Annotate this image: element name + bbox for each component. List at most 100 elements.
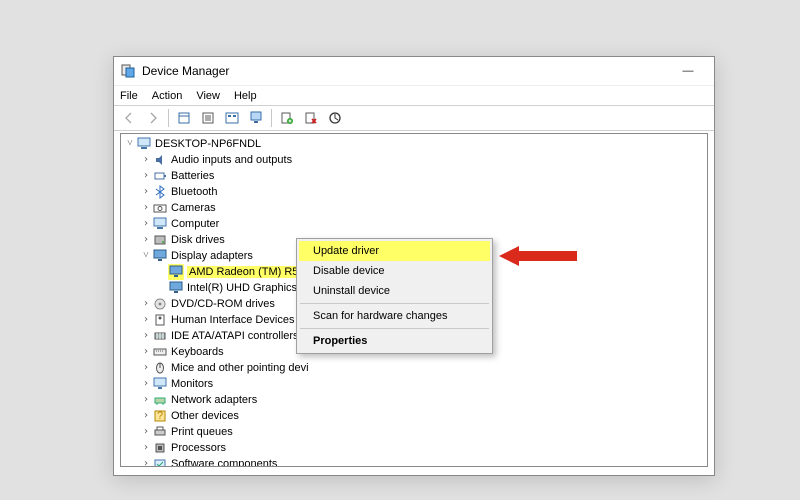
properties-button[interactable] [197, 107, 219, 129]
expander-icon[interactable]: › [141, 411, 151, 421]
expander-icon[interactable]: › [141, 379, 151, 389]
category-icon [152, 456, 168, 467]
category-icon [152, 232, 168, 248]
category-label: Network adapters [171, 394, 257, 406]
toolbar-separator [168, 109, 169, 127]
category-label: Audio inputs and outputs [171, 154, 292, 166]
tree-category[interactable]: › Processors [121, 440, 707, 456]
view-button-1[interactable] [221, 107, 243, 129]
category-icon [152, 424, 168, 440]
category-label: Print queues [171, 426, 233, 438]
context-update-driver[interactable]: Update driver [299, 241, 490, 261]
window-title: Device Manager [142, 64, 668, 78]
tree-category[interactable]: › Bluetooth [121, 184, 707, 200]
menu-file[interactable]: File [120, 90, 138, 102]
show-hidden-button[interactable] [173, 107, 195, 129]
context-disable-device[interactable]: Disable device [299, 261, 490, 281]
minimize-button[interactable]: — [668, 57, 708, 85]
category-label: Other devices [171, 410, 239, 422]
tree-category[interactable]: › Software components [121, 456, 707, 467]
menu-action[interactable]: Action [152, 90, 183, 102]
context-uninstall-device[interactable]: Uninstall device [299, 281, 490, 301]
expander-icon[interactable]: › [141, 395, 151, 405]
expander-icon[interactable]: › [141, 443, 151, 453]
tree-category[interactable]: › Computer [121, 216, 707, 232]
category-icon [152, 152, 168, 168]
expander-icon[interactable]: › [141, 187, 151, 197]
device-icon [168, 280, 184, 296]
category-icon [152, 344, 168, 360]
category-icon [152, 376, 168, 392]
menu-help[interactable]: Help [234, 90, 257, 102]
category-icon: ? [152, 408, 168, 424]
tree-category[interactable]: › Network adapters [121, 392, 707, 408]
expander-icon[interactable]: › [141, 171, 151, 181]
uninstall-button[interactable] [300, 107, 322, 129]
tree-category[interactable]: › Batteries [121, 168, 707, 184]
expander-icon[interactable]: › [141, 155, 151, 165]
category-label: Batteries [171, 170, 214, 182]
update-driver-button[interactable] [276, 107, 298, 129]
category-icon [152, 328, 168, 344]
category-label: Human Interface Devices [171, 314, 295, 326]
svg-text:?: ? [157, 410, 163, 422]
category-icon [152, 168, 168, 184]
menu-view[interactable]: View [196, 90, 220, 102]
tree-category[interactable]: › Monitors [121, 376, 707, 392]
category-label: Cameras [171, 202, 216, 214]
device-manager-window: Device Manager — File Action View Help [113, 56, 715, 476]
tree-category[interactable]: › Audio inputs and outputs [121, 152, 707, 168]
tree-category[interactable]: › Print queues [121, 424, 707, 440]
category-icon [152, 200, 168, 216]
expander-icon[interactable]: › [141, 363, 151, 373]
tree-category[interactable]: ›? Other devices [121, 408, 707, 424]
expander-icon[interactable]: › [141, 235, 151, 245]
forward-button[interactable] [142, 107, 164, 129]
root-label: DESKTOP-NP6FNDL [155, 138, 261, 150]
toolbar [114, 105, 714, 131]
category-icon [152, 360, 168, 376]
computer-icon [136, 136, 152, 152]
category-label: Mice and other pointing devi [171, 362, 309, 374]
expander-icon[interactable]: › [141, 299, 151, 309]
expander-icon[interactable]: › [141, 203, 151, 213]
category-label: Software components [171, 458, 277, 467]
context-separator [300, 328, 489, 329]
expander-icon[interactable]: › [141, 459, 151, 467]
expander-icon[interactable]: ˅ [141, 251, 151, 261]
expander-icon[interactable]: ˅ [125, 139, 135, 149]
category-label: IDE ATA/ATAPI controllers [171, 330, 299, 342]
tree-root[interactable]: ˅ DESKTOP-NP6FNDL [121, 136, 707, 152]
device-tree[interactable]: ˅ DESKTOP-NP6FNDL › Audio inputs and outp… [120, 133, 708, 467]
context-scan-hardware[interactable]: Scan for hardware changes [299, 306, 490, 326]
category-label: Processors [171, 442, 226, 454]
category-label: Disk drives [171, 234, 225, 246]
toolbar-separator [271, 109, 272, 127]
category-label: Bluetooth [171, 186, 217, 198]
menubar: File Action View Help [114, 85, 714, 105]
scan-hardware-button[interactable] [324, 107, 346, 129]
titlebar[interactable]: Device Manager — [114, 57, 714, 85]
expander-icon[interactable]: › [141, 427, 151, 437]
expander-icon[interactable]: › [141, 219, 151, 229]
tree-category[interactable]: › Cameras [121, 200, 707, 216]
category-label: DVD/CD-ROM drives [171, 298, 275, 310]
category-icon [152, 248, 168, 264]
category-icon [152, 184, 168, 200]
expander-icon[interactable]: › [141, 331, 151, 341]
tree-category[interactable]: › Mice and other pointing devi [121, 360, 707, 376]
context-separator [300, 303, 489, 304]
category-label: Display adapters [171, 250, 253, 262]
expander-icon[interactable]: › [141, 347, 151, 357]
window-controls: — [668, 57, 708, 85]
context-menu: Update driver Disable device Uninstall d… [296, 238, 493, 354]
context-properties[interactable]: Properties [299, 331, 490, 351]
category-label: Computer [171, 218, 219, 230]
category-label: Monitors [171, 378, 213, 390]
view-button-2[interactable] [245, 107, 267, 129]
category-icon [152, 216, 168, 232]
back-button[interactable] [118, 107, 140, 129]
category-icon [152, 296, 168, 312]
category-label: Keyboards [171, 346, 224, 358]
expander-icon[interactable]: › [141, 315, 151, 325]
